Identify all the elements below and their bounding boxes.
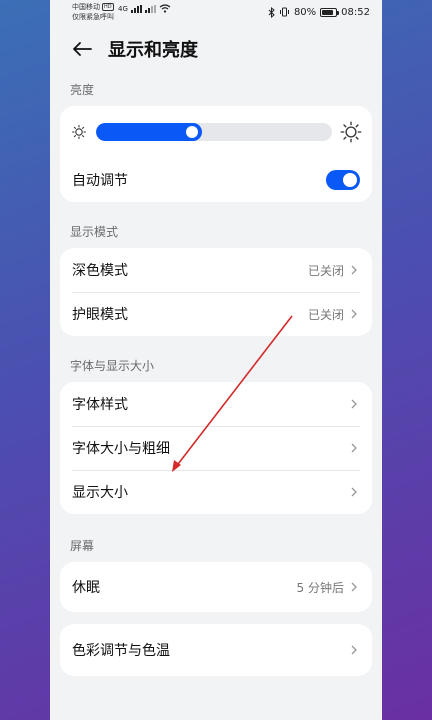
battery-percent: 80% <box>293 6 317 18</box>
chevron-right-icon <box>351 487 357 497</box>
screen-section-label: 屏幕 <box>70 539 95 553</box>
phone-screen: 中国移动 HD 仅限紧急呼叫 4G 80% 08:52 显示和亮度 亮度 自动调… <box>50 0 382 720</box>
back-arrow-icon[interactable] <box>70 37 94 61</box>
font-style-label: 字体样式 <box>72 397 128 413</box>
carrier-name: 中国移动 <box>72 3 100 11</box>
sleep-label: 休眠 <box>72 580 100 596</box>
bluetooth-icon <box>268 6 275 18</box>
display-size-row[interactable]: 显示大小 <box>60 470 372 514</box>
hd-badge: HD <box>102 3 114 11</box>
brightness-section-label: 亮度 <box>70 83 95 97</box>
brightness-slider[interactable] <box>96 123 332 141</box>
color-temperature-row[interactable]: 色彩调节与色温 <box>60 624 372 676</box>
display-mode-card: 深色模式 已关闭 护眼模式 已关闭 <box>60 248 372 336</box>
font-size-weight-row[interactable]: 字体大小与粗细 <box>60 426 372 470</box>
font-size-weight-label: 字体大小与粗细 <box>72 441 170 457</box>
page-header: 显示和亮度 <box>50 24 382 74</box>
vibrate-icon <box>279 7 289 17</box>
chevron-right-icon <box>351 645 357 655</box>
display-mode-section-label: 显示模式 <box>70 225 119 239</box>
chevron-right-icon <box>351 399 357 409</box>
battery-icon <box>320 7 340 17</box>
dark-mode-value: 已关闭 <box>307 263 344 278</box>
font-display-card: 字体样式 字体大小与粗细 显示大小 <box>60 382 372 514</box>
sleep-value: 5 分钟后 <box>296 580 344 595</box>
network-type: 4G <box>118 4 128 13</box>
eye-comfort-value: 已关闭 <box>307 307 344 322</box>
font-display-section-label: 字体与显示大小 <box>70 359 155 373</box>
auto-brightness-toggle[interactable] <box>326 170 360 190</box>
wifi-icon <box>159 4 171 13</box>
page-title: 显示和亮度 <box>108 40 198 61</box>
status-bar: 中国移动 HD 仅限紧急呼叫 4G 80% 08:52 <box>50 0 382 24</box>
color-card: 色彩调节与色温 <box>60 624 372 676</box>
brightness-slider-row <box>60 106 372 158</box>
sun-bright-icon <box>340 121 362 143</box>
dark-mode-row[interactable]: 深色模式 已关闭 <box>60 248 372 292</box>
carrier-info: 中国移动 HD 仅限紧急呼叫 4G <box>72 2 171 22</box>
display-size-label: 显示大小 <box>72 485 128 501</box>
signal-icon <box>130 4 142 13</box>
brightness-slider-thumb[interactable] <box>186 126 199 138</box>
auto-brightness-row[interactable]: 自动调节 <box>60 158 372 202</box>
screen-card: 休眠 5 分钟后 <box>60 562 372 612</box>
chevron-right-icon <box>351 443 357 453</box>
status-time: 08:52 <box>341 6 370 18</box>
chevron-right-icon <box>351 309 357 319</box>
brightness-card: 自动调节 <box>60 106 372 202</box>
eye-comfort-row[interactable]: 护眼模式 已关闭 <box>60 292 372 336</box>
dark-mode-label: 深色模式 <box>72 263 128 279</box>
status-right: 80% 08:52 <box>268 6 370 18</box>
chevron-right-icon <box>351 265 357 275</box>
emergency-only-text: 仅限紧急呼叫 <box>72 13 114 21</box>
sun-dim-icon <box>71 124 87 140</box>
eye-comfort-label: 护眼模式 <box>72 307 128 323</box>
auto-brightness-label: 自动调节 <box>72 173 128 189</box>
signal-2-icon <box>144 4 156 13</box>
chevron-right-icon <box>351 582 357 592</box>
color-temperature-label: 色彩调节与色温 <box>72 643 170 659</box>
sleep-row[interactable]: 休眠 5 分钟后 <box>60 562 372 612</box>
font-style-row[interactable]: 字体样式 <box>60 382 372 426</box>
